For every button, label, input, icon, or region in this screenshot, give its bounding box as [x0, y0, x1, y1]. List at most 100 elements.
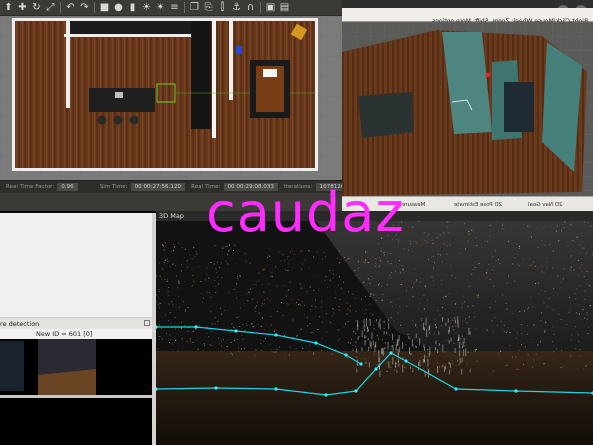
copy-icon[interactable]: ❐	[188, 1, 201, 14]
point-cloud-point	[321, 337, 323, 339]
point-light-icon[interactable]: ☀	[140, 1, 153, 14]
point-cloud-point	[195, 251, 197, 252]
point-cloud-point	[374, 265, 376, 267]
point-cloud-point	[445, 365, 446, 366]
point-cloud-point	[561, 350, 562, 352]
rviz-viewport[interactable]	[342, 22, 593, 196]
point-cloud-point	[453, 342, 455, 344]
point-cloud-point	[443, 244, 445, 246]
point-cloud-point	[372, 340, 374, 345]
point-cloud-point	[378, 243, 379, 244]
point-cloud-point	[343, 281, 344, 283]
point-cloud-point	[503, 228, 505, 230]
scale-icon[interactable]: ⤢	[44, 1, 57, 14]
point-cloud-point	[217, 337, 219, 339]
paste-icon[interactable]: ⎘	[202, 1, 215, 14]
point-cloud-point	[238, 350, 240, 352]
point-cloud-point	[563, 366, 565, 368]
point-cloud-point	[448, 361, 450, 365]
box-icon[interactable]: ■	[98, 1, 111, 14]
point-cloud-point	[423, 294, 425, 296]
point-cloud-point	[476, 360, 478, 362]
point-cloud-point	[390, 347, 392, 349]
screenshot-icon[interactable]: ▣	[264, 1, 277, 14]
point-cloud-point	[301, 301, 303, 303]
point-cloud-point	[571, 221, 573, 223]
map-3d-viewport[interactable]	[156, 221, 593, 445]
point-cloud-point	[321, 306, 322, 308]
point-cloud-point	[419, 303, 421, 305]
trajectory-node	[354, 389, 358, 393]
gazebo-3d-viewport[interactable]	[0, 16, 342, 180]
align-icon[interactable]: ⫿	[216, 1, 229, 14]
point-cloud-point	[455, 319, 456, 324]
rotate-icon[interactable]: ↻	[30, 1, 43, 14]
panel-float-icon[interactable]	[144, 320, 150, 326]
point-cloud-point	[424, 327, 425, 331]
point-cloud-point	[462, 341, 464, 347]
point-cloud-point	[580, 270, 582, 272]
tool-2d-nav-goal[interactable]: 2D Nav Goal	[528, 202, 563, 208]
trajectory-node	[454, 387, 458, 391]
point-cloud-point	[453, 329, 455, 331]
point-cloud-point	[560, 319, 562, 320]
point-cloud-point	[402, 269, 404, 271]
tool-2d-pose-estimate[interactable]: 2D Pose Estimate	[454, 202, 502, 208]
directional-light-icon[interactable]: ≡	[168, 1, 181, 14]
point-cloud-point	[424, 285, 426, 287]
point-cloud-point	[187, 266, 189, 268]
point-cloud-point	[493, 266, 495, 268]
point-cloud-point	[234, 244, 236, 246]
point-cloud-point	[575, 348, 577, 349]
undo-icon[interactable]: ↶	[64, 1, 77, 14]
point-cloud-point	[532, 366, 534, 368]
point-cloud-point	[477, 294, 479, 296]
point-cloud-point	[383, 328, 385, 330]
snap-icon[interactable]: ⚓	[230, 1, 243, 14]
point-cloud-point	[343, 350, 345, 352]
point-cloud-point	[586, 283, 588, 285]
point-cloud-point	[161, 278, 163, 280]
point-cloud-point	[364, 358, 366, 360]
point-cloud-point	[546, 266, 548, 268]
point-cloud-point	[444, 366, 445, 373]
magnet-icon[interactable]: ∩	[244, 1, 257, 14]
point-cloud-point	[530, 236, 532, 238]
point-cloud-point	[373, 328, 375, 330]
point-cloud-point	[468, 233, 470, 235]
point-cloud-point	[431, 276, 433, 278]
point-cloud-point	[355, 342, 357, 344]
point-cloud-point	[419, 338, 421, 346]
redo-icon[interactable]: ↷	[78, 1, 91, 14]
point-cloud-point	[285, 295, 287, 297]
point-cloud-point	[570, 309, 572, 311]
spot-light-icon[interactable]: ✴	[154, 1, 167, 14]
point-cloud-point	[487, 269, 489, 271]
point-cloud-point	[412, 320, 414, 322]
point-cloud-point	[263, 291, 264, 293]
point-cloud-point	[529, 265, 531, 267]
point-cloud-point	[333, 312, 335, 314]
point-cloud-point	[555, 230, 557, 232]
point-cloud-point	[174, 317, 176, 319]
select-icon[interactable]: ⬆	[2, 1, 15, 14]
point-cloud-point	[501, 228, 503, 230]
point-cloud-point	[255, 311, 257, 312]
point-cloud-point	[175, 264, 177, 266]
point-cloud-point	[329, 345, 331, 347]
point-cloud-point	[553, 351, 555, 353]
cylinder-icon[interactable]: ▮	[126, 1, 139, 14]
tool-measure[interactable]: Measure	[402, 202, 425, 208]
point-cloud-point	[270, 315, 272, 317]
point-cloud-point	[181, 247, 183, 249]
point-cloud-point	[221, 340, 222, 342]
point-cloud-point	[208, 292, 210, 294]
point-cloud-point	[270, 324, 272, 326]
point-cloud-point	[233, 250, 234, 251]
translate-icon[interactable]: ✚	[16, 1, 29, 14]
sphere-icon[interactable]: ●	[112, 1, 125, 14]
record-icon[interactable]: ▤	[278, 1, 291, 14]
point-cloud-point	[186, 260, 188, 262]
point-cloud-point	[164, 275, 166, 277]
point-cloud-point	[386, 362, 388, 364]
